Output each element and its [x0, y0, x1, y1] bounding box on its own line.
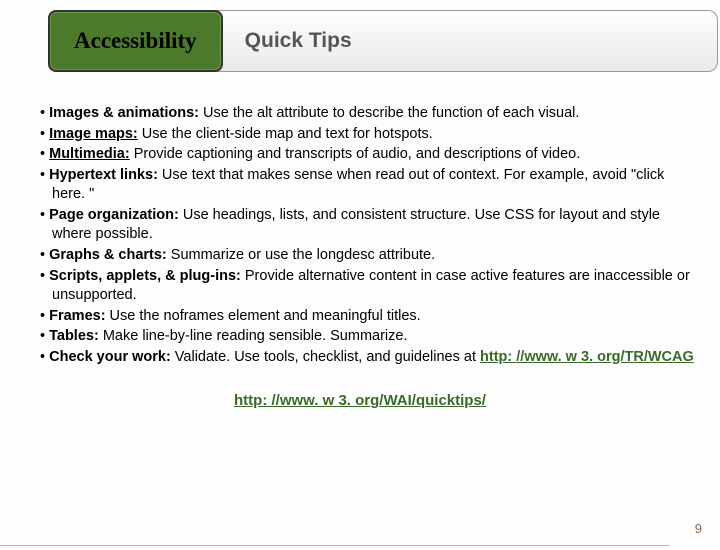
tip-label: Multimedia:	[49, 146, 130, 162]
tip-label: Tables:	[49, 328, 99, 344]
tips-list: Images & animations: Use the alt attribu…	[24, 104, 696, 367]
tip-text: Make line-by-line reading sensible. Summ…	[99, 328, 408, 344]
tip-item: Multimedia: Provide captioning and trans…	[24, 145, 696, 165]
tip-item: Hypertext links: Use text that makes sen…	[24, 166, 696, 205]
tip-text: Use the noframes element and meaningful …	[106, 308, 421, 324]
slide-body: Images & animations: Use the alt attribu…	[0, 72, 720, 422]
tip-item: Images & animations: Use the alt attribu…	[24, 104, 696, 124]
tip-label: Graphs & charts:	[49, 247, 167, 263]
tip-item: Tables: Make line-by-line reading sensib…	[24, 327, 696, 347]
category-tab: Accessibility	[48, 10, 223, 72]
tip-item: Frames: Use the noframes element and mea…	[24, 307, 696, 327]
footer-link-wrap: http: //www. w 3. org/WAI/quicktips/	[24, 391, 696, 411]
slide-title: Quick Tips	[211, 10, 718, 72]
tip-text: Summarize or use the longdesc attribute.	[167, 247, 435, 263]
tip-label: Frames:	[49, 308, 105, 324]
tip-label: Scripts, applets, & plug-ins:	[49, 268, 241, 284]
tip-item: Graphs & charts: Summarize or use the lo…	[24, 246, 696, 266]
tip-label: Image maps:	[49, 126, 138, 142]
page-number: 9	[695, 521, 702, 536]
tip-item: Page organization: Use headings, lists, …	[24, 206, 696, 245]
tip-text: Validate. Use tools, checklist, and guid…	[171, 349, 480, 365]
tip-text: Provide captioning and transcripts of au…	[130, 146, 581, 162]
tip-item: Scripts, applets, & plug-ins: Provide al…	[24, 267, 696, 306]
slide-header: Accessibility Quick Tips	[0, 10, 720, 72]
tip-label: Hypertext links:	[49, 167, 158, 183]
footer-link[interactable]: http: //www. w 3. org/WAI/quicktips/	[234, 392, 486, 409]
tip-label: Check your work:	[49, 349, 171, 365]
tip-text: Use the client-side map and text for hot…	[138, 126, 433, 142]
tip-label: Page organization:	[49, 207, 179, 223]
footer-rule	[0, 545, 670, 546]
tip-label: Images & animations:	[49, 105, 199, 121]
tip-item: Check your work: Validate. Use tools, ch…	[24, 348, 696, 368]
tip-link[interactable]: http: //www. w 3. org/TR/WCAG	[480, 349, 694, 365]
tip-item: Image maps: Use the client-side map and …	[24, 125, 696, 145]
tip-text: Use the alt attribute to describe the fu…	[199, 105, 579, 121]
